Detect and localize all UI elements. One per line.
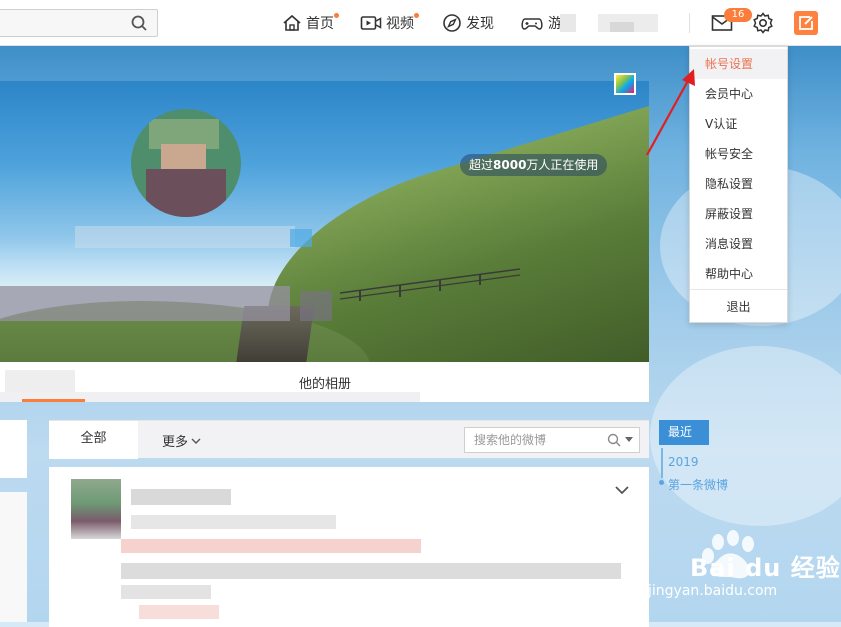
compass-icon: [443, 14, 461, 32]
menu-item-membership[interactable]: 会员中心: [690, 79, 787, 109]
cover-fence: [340, 268, 520, 301]
chevron-down-icon: [191, 438, 201, 444]
avatar: [131, 109, 241, 217]
watermark-brand: Bai du 经验: [690, 554, 841, 582]
menu-item-privacy[interactable]: 隐私设置: [690, 169, 787, 199]
timeline-line: [661, 448, 663, 478]
timeline-recent-button[interactable]: 最近: [659, 420, 709, 445]
menu-item-help[interactable]: 帮助中心: [690, 259, 787, 289]
annotation-arrow: [646, 69, 695, 156]
active-users-count: 8000: [493, 158, 527, 172]
post-avatar[interactable]: [71, 479, 121, 539]
timeline-year[interactable]: 2019: [668, 455, 699, 469]
search-icon[interactable]: [131, 15, 147, 31]
profile-search-input[interactable]: 搜索他的微博: [464, 427, 640, 453]
caret-down-icon[interactable]: [625, 437, 633, 443]
top-navigation-bar: 首页 视频 发现 游 16: [0, 0, 841, 46]
nav-home[interactable]: 首页: [282, 11, 339, 35]
menu-item-verification[interactable]: V认证: [690, 109, 787, 139]
filter-more-dropdown[interactable]: 更多: [162, 431, 201, 450]
video-icon: [360, 16, 382, 30]
gamepad-icon: [521, 18, 543, 30]
blurred-post-text: [121, 585, 211, 599]
blurred-username: [75, 226, 295, 248]
nav-home-label: 首页: [306, 16, 334, 32]
profile-tab-bar: 他的相册: [0, 362, 649, 402]
edit-icon: [799, 16, 813, 30]
filter-all-tab[interactable]: 全部: [49, 421, 138, 459]
theme-color-icon[interactable]: [614, 73, 636, 95]
blurred-bio: [0, 286, 290, 321]
active-tab-indicator: [22, 399, 85, 402]
blurred-area: [300, 291, 332, 321]
new-dot: [414, 13, 419, 18]
menu-divider: [690, 289, 787, 290]
global-search-input[interactable]: [0, 9, 158, 37]
nav-video-label: 视频: [386, 16, 414, 32]
chevron-down-icon[interactable]: [614, 485, 630, 495]
profile-search-placeholder: 搜索他的微博: [474, 433, 547, 447]
compose-button[interactable]: [794, 11, 818, 35]
blurred-post-text: [139, 605, 219, 619]
search-icon[interactable]: [607, 433, 621, 447]
blurred-area: [610, 22, 634, 32]
tab-album[interactable]: 他的相册: [299, 373, 351, 392]
blurred-post-text: [121, 563, 621, 579]
blurred-area: [560, 14, 576, 32]
menu-item-account-security[interactable]: 帐号安全: [690, 139, 787, 169]
nav-video[interactable]: 视频: [360, 11, 419, 35]
blurred-post-meta: [131, 515, 336, 529]
menu-item-logout[interactable]: 退出: [690, 292, 787, 322]
menu-item-account-settings[interactable]: 帐号设置: [690, 49, 787, 79]
left-info-card: [0, 420, 27, 478]
blurred-badge: [290, 229, 312, 247]
nav-discover[interactable]: 发现: [442, 11, 494, 35]
watermark-url: jingyan.baidu.com: [648, 583, 778, 599]
gear-icon[interactable]: [752, 12, 774, 34]
new-dot: [334, 13, 339, 18]
message-count-badge: 16: [724, 8, 752, 22]
feed-filter-bar: 全部 更多 搜索他的微博: [49, 420, 649, 459]
nav-discover-label: 发现: [466, 16, 494, 32]
feed-post-card: [49, 467, 649, 627]
left-info-card: [0, 492, 27, 622]
active-users-prefix: 超过: [469, 158, 494, 172]
settings-dropdown-menu: 帐号设置 会员中心 V认证 帐号安全 隐私设置 屏蔽设置 消息设置 帮助中心 退…: [689, 46, 788, 323]
home-icon: [283, 14, 301, 31]
active-users-pill: 超过8000万人正在使用: [460, 154, 608, 176]
nav-game[interactable]: 游: [520, 11, 562, 35]
timeline-first-post[interactable]: 第一条微博: [668, 476, 728, 493]
active-users-suffix: 万人正在使用: [526, 158, 599, 172]
menu-item-message-settings[interactable]: 消息设置: [690, 229, 787, 259]
filter-more-label: 更多: [162, 435, 189, 450]
blurred-tab[interactable]: [5, 370, 75, 392]
menu-item-blocking[interactable]: 屏蔽设置: [690, 199, 787, 229]
blurred-post-text: [121, 539, 421, 553]
timeline-dot: [659, 480, 664, 485]
profile-cover-image: 超过8000万人正在使用: [0, 81, 649, 364]
blurred-post-author: [131, 489, 231, 505]
nav-divider: [689, 13, 690, 33]
